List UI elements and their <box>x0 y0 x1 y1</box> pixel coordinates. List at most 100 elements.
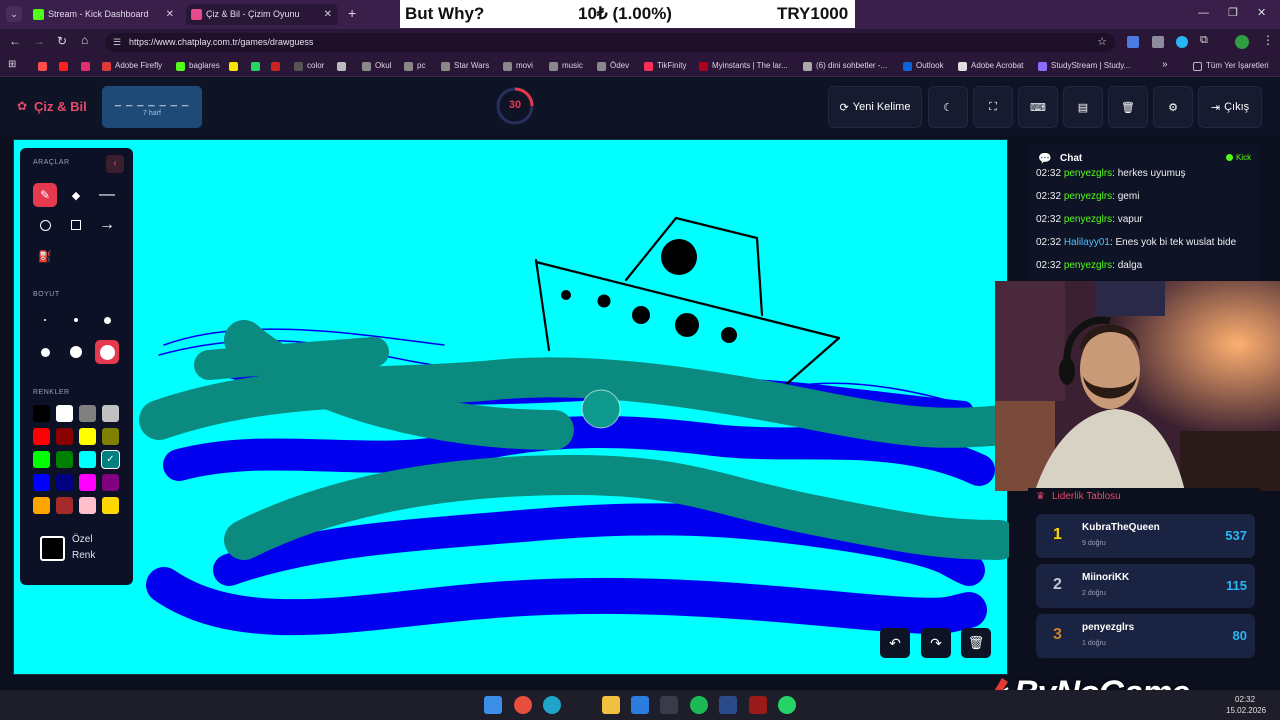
bookmark-item[interactable]: Adobe Acrobat <box>958 59 1023 73</box>
archive-button[interactable]: ▤ <box>1063 86 1103 128</box>
color-swatch[interactable] <box>56 428 73 445</box>
app-taskbar-icon[interactable] <box>660 696 678 714</box>
reload-icon[interactable]: ↻ <box>57 34 67 48</box>
color-swatch[interactable] <box>33 428 50 445</box>
color-swatch[interactable] <box>102 405 119 422</box>
redo-button[interactable]: ↷ <box>921 628 951 658</box>
extensions-puzzle-icon[interactable]: ⧉ <box>1200 34 1208 47</box>
color-swatch[interactable] <box>79 405 96 422</box>
whatsapp-taskbar-icon[interactable] <box>778 696 796 714</box>
color-swatch[interactable] <box>56 405 73 422</box>
collapse-panel-button[interactable]: ‹ <box>106 155 124 173</box>
color-swatch[interactable] <box>102 474 119 491</box>
apps-grid-icon[interactable]: ⊞ <box>8 59 16 70</box>
extension-translate-icon[interactable] <box>1127 36 1139 48</box>
tab-search-button[interactable]: ⌄ <box>6 6 22 22</box>
color-swatch[interactable] <box>102 497 119 514</box>
bookmark-item[interactable]: Okul <box>362 59 391 73</box>
color-swatch[interactable] <box>56 497 73 514</box>
trash-button[interactable]: 🗑 <box>1108 86 1148 128</box>
clear-canvas-button[interactable]: 🗑 <box>961 628 991 658</box>
forward-icon[interactable]: → <box>33 34 45 48</box>
bookmark-item[interactable]: StudyStream | Study... <box>1038 59 1130 73</box>
store-taskbar-icon[interactable] <box>631 696 649 714</box>
edge-taskbar-icon[interactable] <box>543 696 561 714</box>
color-swatch[interactable] <box>56 451 73 468</box>
bookmark-star-icon[interactable]: ☆ <box>1097 33 1107 52</box>
chat-username[interactable]: Halilayy01 <box>1064 237 1110 248</box>
close-tab-icon[interactable]: ✕ <box>324 4 332 25</box>
home-icon[interactable]: ⌂ <box>81 33 88 47</box>
color-swatch[interactable] <box>33 405 50 422</box>
all-bookmarks-folder[interactable]: Tüm Yer İşaretleri <box>1193 59 1269 73</box>
exit-button[interactable]: ⇥ Çıkış <box>1198 86 1262 128</box>
start-menu-icon[interactable] <box>484 696 502 714</box>
browser-menu-icon[interactable]: ⋮ <box>1262 33 1274 47</box>
drawing-canvas[interactable]: ↶ ↷ 🗑 <box>13 139 1024 675</box>
color-swatch[interactable] <box>102 428 119 445</box>
color-swatch[interactable]: ✓ <box>101 450 120 469</box>
size-5-button[interactable] <box>64 340 88 364</box>
bookmark-item[interactable]: (6) dini sohbetler -... <box>803 59 887 73</box>
settings-button[interactable]: ⚙ <box>1153 86 1193 128</box>
bookmark-item[interactable]: Adobe Firefly <box>102 59 162 73</box>
valorant-taskbar-icon[interactable] <box>749 696 767 714</box>
line-tool-button[interactable]: — <box>95 183 119 207</box>
bookmark-item[interactable]: Myinstants | The lar... <box>699 59 788 73</box>
size-2-button[interactable] <box>64 308 88 332</box>
eraser-tool-button[interactable]: ◆ <box>64 183 88 207</box>
files-taskbar-icon[interactable] <box>602 696 620 714</box>
fill-tool-button[interactable]: ⛽ <box>33 244 57 268</box>
bookmark-item[interactable]: music <box>549 59 583 73</box>
size-4-button[interactable] <box>33 340 57 364</box>
site-info-icon[interactable]: ☰ <box>113 33 121 52</box>
profile-avatar[interactable] <box>1235 35 1249 49</box>
close-tab-icon[interactable]: ✕ <box>166 4 174 25</box>
size-3-button[interactable] <box>95 308 119 332</box>
new-tab-button[interactable]: + <box>348 5 356 21</box>
keyboard-button[interactable]: ⌨ <box>1018 86 1058 128</box>
color-swatch[interactable] <box>56 474 73 491</box>
rectangle-tool-button[interactable] <box>64 213 88 237</box>
custom-color-button[interactable] <box>40 536 65 561</box>
close-window-icon[interactable]: ✕ <box>1257 6 1266 19</box>
spotify-taskbar-icon[interactable] <box>690 696 708 714</box>
color-swatch[interactable] <box>33 451 50 468</box>
fullscreen-button[interactable]: ⛶ <box>973 86 1013 128</box>
bookmark-item[interactable]: Outlook <box>903 59 944 73</box>
back-icon[interactable]: ← <box>9 34 21 48</box>
bookmark-item[interactable]: pc <box>404 59 425 73</box>
maximize-window-icon[interactable]: ❐ <box>1228 6 1238 19</box>
color-swatch[interactable] <box>79 428 96 445</box>
bookmark-item[interactable]: Ödev <box>597 59 629 73</box>
arrow-tool-button[interactable]: → <box>95 213 119 237</box>
color-swatch[interactable] <box>33 474 50 491</box>
extension-icon[interactable] <box>1152 36 1164 48</box>
theme-toggle-button[interactable]: ☾ <box>928 86 968 128</box>
bookmark-item[interactable]: color <box>294 59 324 73</box>
extension-vpn-icon[interactable] <box>1176 36 1188 48</box>
chrome-taskbar-icon[interactable] <box>514 696 532 714</box>
size-1-button[interactable] <box>33 308 57 332</box>
color-swatch[interactable] <box>79 451 96 468</box>
bookmark-item[interactable]: Star Wars <box>441 59 489 73</box>
size-6-button[interactable] <box>95 340 119 364</box>
minimize-window-icon[interactable]: — <box>1198 7 1209 19</box>
chat-username[interactable]: penyezglrs <box>1064 168 1112 179</box>
tab-ciz-bil[interactable]: Çiz & Bil - Çizim Oyunu ✕ <box>186 4 338 25</box>
color-swatch[interactable] <box>79 497 96 514</box>
undo-button[interactable]: ↶ <box>880 628 910 658</box>
bookmark-item[interactable]: movi <box>503 59 533 73</box>
bookmark-item[interactable]: baglares <box>176 59 220 73</box>
chat-username[interactable]: penyezglrs <box>1064 214 1112 225</box>
app-logo[interactable]: Çiz & Bil <box>34 99 87 114</box>
circle-tool-button[interactable] <box>33 213 57 237</box>
chat-username[interactable]: penyezglrs <box>1064 191 1112 202</box>
brush-tool-button[interactable]: ✎ <box>33 183 57 207</box>
color-swatch[interactable] <box>79 474 96 491</box>
color-swatch[interactable] <box>33 497 50 514</box>
chat-username[interactable]: penyezglrs <box>1064 260 1112 271</box>
new-word-button[interactable]: ⟳ Yeni Kelime <box>828 86 922 128</box>
game-taskbar-icon[interactable] <box>719 696 737 714</box>
url-input[interactable]: ☰ https://www.chatplay.com.tr/games/draw… <box>105 33 1115 52</box>
